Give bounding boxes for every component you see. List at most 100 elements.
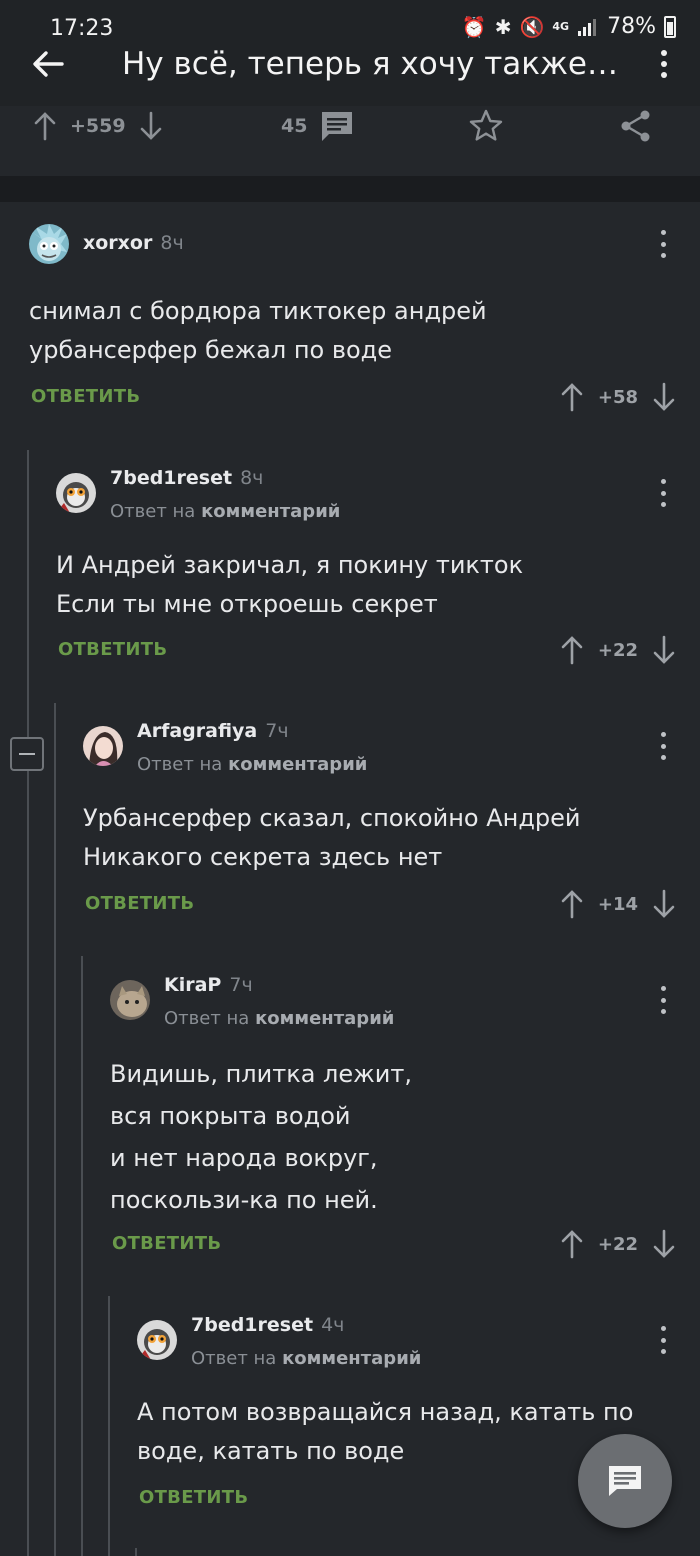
share-button[interactable] <box>618 106 654 146</box>
avatar-image <box>83 726 123 766</box>
comment-menu-button[interactable] <box>656 1326 670 1354</box>
alarm-icon: ⏰ <box>461 14 487 39</box>
downvote-button[interactable] <box>650 382 678 412</box>
reply-to-label: Ответ на комментарий <box>164 1008 395 1029</box>
comment-author[interactable]: xorxor 8ч <box>83 232 184 254</box>
avatar[interactable] <box>137 1320 177 1360</box>
star-icon <box>469 109 503 141</box>
post-rating: +559 <box>70 115 126 137</box>
share-icon <box>621 110 650 142</box>
comment-text: И Андрей закричал, я покину тикток Если … <box>56 551 524 618</box>
avatar-image <box>110 980 150 1020</box>
post-rating-group: +559 <box>32 106 164 146</box>
comment-menu-button[interactable] <box>656 986 670 1014</box>
thread-line <box>135 1548 137 1556</box>
comment-menu-button[interactable] <box>656 732 670 760</box>
comment-time: 7ч <box>265 720 289 742</box>
write-comment-button[interactable] <box>578 1434 672 1528</box>
avatar-image <box>29 224 69 264</box>
comment-author[interactable]: 7bed1reset 4ч <box>191 1314 344 1336</box>
upvote-button[interactable] <box>558 889 586 919</box>
more-menu-button[interactable] <box>654 46 674 82</box>
upvote-button[interactable] <box>558 635 586 665</box>
app-root: 17:23 ⏰ ✱ 🔇 4G 78% Ну всё, теперь я хочу… <box>0 0 700 1556</box>
thread-line <box>108 1296 110 1556</box>
comment-author[interactable]: KiraP 7ч <box>164 974 253 996</box>
reply-button[interactable]: ОТВЕТИТЬ <box>139 1487 248 1508</box>
avatar[interactable] <box>83 726 123 766</box>
arrow-up-icon <box>561 1230 583 1259</box>
comment-votes: +14 <box>558 889 678 919</box>
downvote-button[interactable] <box>650 889 678 919</box>
comment-votes: +58 <box>558 382 678 412</box>
comment-text: Видишь, плитка лежит, вся покрыта водой … <box>110 1060 412 1214</box>
avatar-image <box>137 1320 177 1360</box>
arrow-down-icon <box>653 889 675 918</box>
mute-icon: 🔇 <box>519 14 545 39</box>
arrow-up-icon <box>561 890 583 919</box>
network-label: 4G <box>552 20 570 33</box>
section-separator <box>0 176 700 202</box>
comment-menu-button[interactable] <box>656 230 670 258</box>
post-comments-button[interactable]: 45 <box>281 106 355 146</box>
status-time: 17:23 <box>50 16 114 41</box>
comment-time: 7ч <box>229 974 253 996</box>
reply-button[interactable]: ОТВЕТИТЬ <box>58 639 167 660</box>
post-upvote-icon[interactable] <box>32 111 58 141</box>
reply-button[interactable]: ОТВЕТИТЬ <box>112 1233 221 1254</box>
comment-menu-button[interactable] <box>656 479 670 507</box>
upvote-button[interactable] <box>558 1229 586 1259</box>
comment-rating: +22 <box>597 1233 638 1255</box>
comment-icon <box>322 112 353 141</box>
thread-line <box>27 450 29 1556</box>
downvote-button[interactable] <box>650 635 678 665</box>
comment-votes: +22 <box>558 635 678 665</box>
arrow-left-icon <box>33 51 64 77</box>
page-title: Ну всё, теперь я хочу также в... <box>122 46 622 82</box>
avatar[interactable] <box>29 224 69 264</box>
post-downvote-icon[interactable] <box>138 111 164 141</box>
arrow-up-icon <box>561 383 583 412</box>
reply-to-link[interactable]: комментарий <box>255 1008 394 1029</box>
write-comment-icon <box>609 1466 641 1496</box>
reply-to-label: Ответ на комментарий <box>137 754 368 775</box>
avatar[interactable] <box>110 980 150 1020</box>
comment-votes: +22 <box>558 1229 678 1259</box>
comment-author[interactable]: 7bed1reset 8ч <box>110 467 263 489</box>
post-actions: +559 45 <box>0 106 700 176</box>
thread-line <box>54 703 56 1556</box>
back-button[interactable] <box>28 44 68 84</box>
collapse-thread-button[interactable] <box>10 737 44 771</box>
comment-time: 8ч <box>240 467 264 489</box>
comment-author[interactable]: Arfagrafiya 7ч <box>137 720 289 742</box>
comment-text: снимал с бордюра тиктокер андрей урбансе… <box>29 297 487 364</box>
upvote-button[interactable] <box>558 382 586 412</box>
comment-time: 8ч <box>160 232 184 254</box>
arrow-down-icon <box>653 635 675 664</box>
battery-icon <box>664 15 676 38</box>
arrow-down-icon <box>653 382 675 411</box>
reply-to-label: Ответ на комментарий <box>191 1348 422 1369</box>
avatar-image <box>56 473 96 513</box>
post-comments-count: 45 <box>281 115 308 137</box>
signal-icon <box>578 18 597 36</box>
comment-rating: +14 <box>597 893 638 915</box>
comment-text: А потом возвращайся назад, катать по вод… <box>137 1398 634 1465</box>
downvote-button[interactable] <box>650 1229 678 1259</box>
comment-text: Урбансерфер сказал, спокойно Андрей Ника… <box>83 804 581 871</box>
avatar[interactable] <box>56 473 96 513</box>
comment-rating: +22 <box>597 639 638 661</box>
battery-percent: 78% <box>607 14 656 39</box>
reply-button[interactable]: ОТВЕТИТЬ <box>31 386 140 407</box>
arrow-up-icon <box>561 636 583 665</box>
save-post-button[interactable] <box>468 106 504 146</box>
reply-to-link[interactable]: комментарий <box>228 754 367 775</box>
comment-rating: +58 <box>597 386 638 408</box>
reply-to-link[interactable]: комментарий <box>282 1348 421 1369</box>
reply-to-label: Ответ на комментарий <box>110 501 341 522</box>
status-icons: ⏰ ✱ 🔇 4G 78% <box>462 14 676 39</box>
thread-line <box>81 956 83 1556</box>
top-bar: 17:23 ⏰ ✱ 🔇 4G 78% Ну всё, теперь я хочу… <box>0 0 700 106</box>
reply-to-link[interactable]: комментарий <box>201 501 340 522</box>
reply-button[interactable]: ОТВЕТИТЬ <box>85 893 194 914</box>
